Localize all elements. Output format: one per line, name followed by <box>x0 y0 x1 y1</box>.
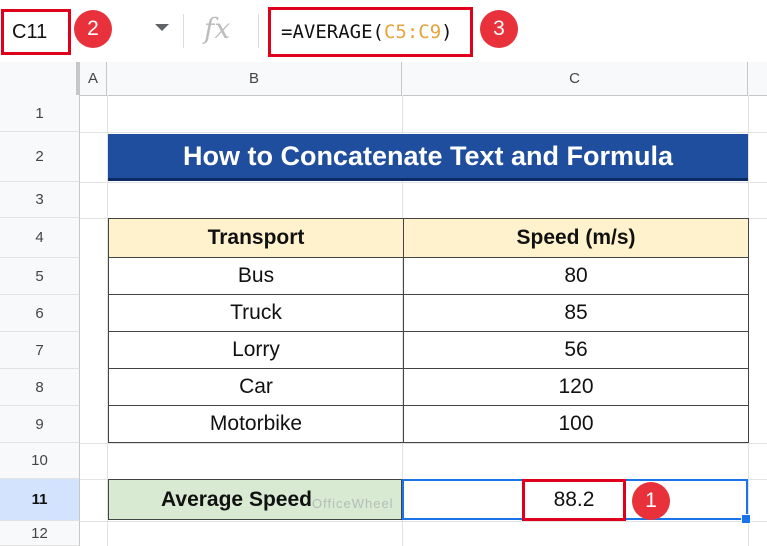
sheet-title[interactable]: How to Concatenate Text and Formula <box>108 134 748 181</box>
table-row: Lorry 56 <box>108 331 749 369</box>
cell-speed[interactable]: 56 <box>403 331 749 369</box>
cell-speed[interactable]: 100 <box>403 405 749 443</box>
column-header-row: A B C <box>0 62 767 96</box>
callout-3: 3 <box>480 10 518 48</box>
cell-transport[interactable]: Bus <box>108 257 404 295</box>
row-header-7[interactable]: 7 <box>0 332 80 369</box>
row-header-11[interactable]: 11 <box>0 479 80 521</box>
column-header-c[interactable]: C <box>402 62 748 95</box>
gridline <box>80 182 767 183</box>
data-table: Transport Speed (m/s) Bus 80 Truck 85 Lo… <box>108 218 749 443</box>
watermark-logo: OfficeWheel <box>312 496 394 511</box>
select-all-corner[interactable] <box>0 62 80 95</box>
cell-speed[interactable]: 120 <box>403 368 749 406</box>
row-header-8[interactable]: 8 <box>0 369 80 406</box>
table-row: Motorbike 100 <box>108 405 749 443</box>
formula-prefix: =AVERAGE( <box>281 21 384 43</box>
gridline <box>80 443 767 444</box>
separator <box>183 14 184 48</box>
row-header-2[interactable]: 2 <box>0 132 80 182</box>
cell-transport[interactable]: Car <box>108 368 404 406</box>
chevron-down-icon[interactable] <box>155 24 169 31</box>
formula-input[interactable]: =AVERAGE(C5:C9) <box>268 7 473 57</box>
column-header-b[interactable]: B <box>107 62 402 95</box>
row-header-12[interactable]: 12 <box>0 521 80 546</box>
cell-speed[interactable]: 85 <box>403 294 749 332</box>
row-header-3[interactable]: 3 <box>0 182 80 218</box>
name-box[interactable]: C11 <box>1 9 71 55</box>
formula-bar: C11 2 fx =AVERAGE(C5:C9) 3 <box>0 0 767 63</box>
table-header-row: Transport Speed (m/s) <box>108 218 749 258</box>
callout-1: 1 <box>632 482 670 520</box>
column-header-a[interactable]: A <box>80 62 107 95</box>
cell-transport[interactable]: Truck <box>108 294 404 332</box>
gridline <box>80 132 767 133</box>
average-speed-value[interactable]: 88.2 <box>522 479 626 521</box>
formula-suffix: ) <box>441 21 453 43</box>
row-header-1[interactable]: 1 <box>0 95 80 132</box>
gridline <box>80 521 767 522</box>
table-row: Truck 85 <box>108 294 749 332</box>
header-transport[interactable]: Transport <box>108 218 404 258</box>
table-row: Bus 80 <box>108 257 749 295</box>
fx-icon: fx <box>204 12 231 45</box>
formula-range-ref: C5:C9 <box>383 21 442 43</box>
row-header-9[interactable]: 9 <box>0 406 80 443</box>
table-row: Car 120 <box>108 368 749 406</box>
row-header-6[interactable]: 6 <box>0 295 80 332</box>
cell-speed[interactable]: 80 <box>403 257 749 295</box>
callout-2: 2 <box>74 10 112 48</box>
cell-transport[interactable]: Motorbike <box>108 405 404 443</box>
header-speed[interactable]: Speed (m/s) <box>403 218 749 258</box>
row-header-5[interactable]: 5 <box>0 258 80 295</box>
cell-transport[interactable]: Lorry <box>108 331 404 369</box>
separator <box>258 14 259 48</box>
fill-handle[interactable] <box>741 514 751 524</box>
row-header-4[interactable]: 4 <box>0 218 80 258</box>
row-header-10[interactable]: 10 <box>0 443 80 479</box>
